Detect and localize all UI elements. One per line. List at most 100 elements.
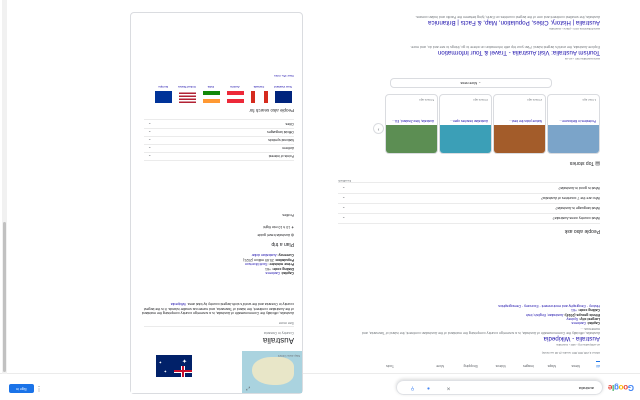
result-snippet: Australia, the smallest continent and on… (415, 15, 600, 20)
story-card[interactable]: Australian beaches open... 3 hours ago (439, 94, 492, 154)
paa-question[interactable]: What country owns Australia? ⌄ (338, 213, 600, 224)
kp-expand-row[interactable]: Points of interest ⌄ (144, 152, 294, 161)
tab-videos[interactable]: Videos (496, 364, 506, 368)
tab-more[interactable]: More (436, 364, 444, 368)
tab-all[interactable]: All (596, 361, 600, 368)
related-label[interactable]: United States (176, 85, 198, 89)
kp-facts: Capital: Canberra Dialing code: +61 Prim… (139, 253, 294, 275)
kp-fact: Dialing code: +61 (265, 266, 294, 271)
kp-expand-row[interactable]: Anthem ⌄ (144, 144, 294, 153)
view-more-link[interactable]: View 15+ more (274, 73, 294, 78)
kp-fact: Population: 25.69 million (2021) (243, 257, 294, 262)
mic-icon[interactable]: ● (425, 384, 432, 391)
related-flag[interactable] (227, 91, 244, 103)
search-header: Google australia ✕ ● ⚲ ⋮⋮ Sign in (0, 373, 640, 400)
chevron-right-icon[interactable]: › (373, 123, 384, 134)
wikipedia-link[interactable]: Wikipedia (171, 302, 186, 306)
kp-divider (144, 319, 294, 327)
news-icon: ▤ (595, 160, 600, 166)
britannica-result: www.britannica.com › place › Australia A… (310, 15, 600, 31)
story-card[interactable]: Nature picks the best... 2 hours ago (493, 94, 546, 154)
globe-icon: ◍ (290, 233, 294, 237)
search-input[interactable]: australia (579, 386, 594, 391)
tab-tools[interactable]: Tools (386, 364, 394, 368)
chevron-down-icon: ⌄ (342, 216, 346, 221)
related-entities: New Zealand Canada Austria India United … (139, 63, 294, 103)
australia-map[interactable]: Map data ©2021 ⤢ (242, 351, 302, 393)
wikipedia-result: en.wikipedia.org › wiki › Australia Aust… (310, 303, 600, 347)
kp-title: Australia (262, 336, 294, 345)
chevron-down-icon: ⌄ (148, 130, 152, 135)
related-flag[interactable] (275, 91, 292, 103)
search-results-page: Google australia ✕ ● ⚲ ⋮⋮ Sign in All Ne… (0, 0, 640, 400)
tab-shopping[interactable]: Shopping (464, 364, 478, 368)
chevron-down-icon: ⌄ (148, 122, 152, 127)
chevron-down-icon: ⌄ (148, 146, 152, 151)
scrollbar-thumb[interactable] (3, 222, 6, 372)
related-label[interactable]: Europe (152, 85, 174, 89)
profiles-label: Profiles (282, 213, 294, 217)
plan-item[interactable]: ✈ 10 h 10 min flight (263, 225, 294, 229)
related-label[interactable]: Austria (224, 85, 246, 89)
result-sitelinks[interactable]: History · Geography and environment · Ec… (310, 303, 600, 308)
related-flag[interactable] (179, 91, 196, 103)
travel-result: www.australia.com › en-us Tourism Austra… (310, 45, 600, 61)
sign-in-button[interactable]: Sign in (9, 384, 34, 393)
story-thumbnail (494, 125, 545, 153)
story-card[interactable]: Protesters in Melbourne... 1 hour ago (547, 94, 600, 154)
top-stories-title: ▤ Top stories (569, 160, 600, 166)
search-icon[interactable]: ⚲ (409, 384, 416, 391)
result-url[interactable]: www.britannica.com › place › Australia (310, 26, 600, 31)
kp-fact: Currency: Australian dollar (251, 253, 294, 258)
star-icon: ✦ (181, 357, 187, 363)
clear-icon[interactable]: ✕ (445, 384, 452, 391)
paa-question[interactable]: What is good in Australia? ⌄ (338, 182, 600, 194)
scrollbar[interactable] (2, 0, 7, 374)
chevron-down-icon: ⌄ (148, 138, 152, 143)
kp-expand-row[interactable]: Cities ⌄ (144, 119, 294, 129)
result-title[interactable]: Australia | History, Cities, Population,… (310, 19, 600, 26)
related-flag[interactable] (203, 91, 220, 103)
top-stories: ▤ Top stories Protesters in Melbourne...… (338, 66, 600, 166)
result-url[interactable]: www.australia.com › en-us (310, 56, 600, 61)
also-search-title: People also search for (249, 108, 294, 113)
story-thumbnail (440, 125, 491, 153)
star-icon: ✦ (158, 360, 162, 365)
paa-title: People also ask (564, 228, 600, 234)
tab-maps[interactable]: Maps (548, 364, 556, 368)
story-card[interactable]: Australia, New Zealand, EU... 5 hours ago (385, 94, 438, 154)
related-label[interactable]: Canada (248, 85, 270, 89)
result-snippet: Australia, officially the Commonwealth o… (362, 326, 600, 336)
related-label[interactable]: India (200, 85, 222, 89)
related-flag[interactable] (251, 91, 268, 103)
arrow-right-icon: → (477, 81, 482, 85)
australia-flag[interactable]: ✦ ✦ ✦ (156, 355, 192, 377)
feedback-link[interactable]: Feedback (338, 178, 351, 183)
result-title[interactable]: Australia - Wikipedia (310, 335, 600, 342)
result-stats: About 2,230,000,000 results (0.46 second… (541, 351, 600, 355)
kp-subtitle: Country in Oceania (264, 331, 294, 335)
more-news-button[interactable]: → More news (390, 78, 552, 88)
chevron-down-icon: ⌄ (342, 186, 346, 191)
search-box[interactable]: australia ✕ ● ⚲ (396, 380, 603, 395)
result-title[interactable]: Tourism Australia: Visit Australia - Tra… (310, 49, 600, 56)
tab-images[interactable]: Images (523, 364, 534, 368)
paa-question[interactable]: What language is Australia? ⌄ (338, 203, 600, 214)
chevron-down-icon: ⌄ (342, 196, 346, 201)
see-more-link[interactable]: See more (279, 321, 294, 325)
chevron-down-icon: ⌄ (148, 154, 152, 159)
result-url[interactable]: en.wikipedia.org › wiki › Australia (310, 342, 600, 347)
story-thumbnail (548, 125, 599, 153)
tab-news[interactable]: News (572, 364, 580, 368)
result-fact: Ethnic groups (2016): Australian; Englis… (525, 312, 600, 317)
kp-expand-row[interactable]: Official languages ⌄ (144, 128, 294, 137)
google-logo[interactable]: Google (608, 383, 634, 392)
related-flag[interactable] (155, 91, 172, 103)
result-fact: Largest city: Sydney (566, 316, 600, 321)
chevron-down-icon: ⌄ (342, 206, 346, 211)
related-label[interactable]: New Zealand (272, 85, 294, 89)
expand-icon[interactable]: ⤢ (246, 385, 250, 391)
plan-item[interactable]: ◍ Australia travel guide (257, 233, 294, 237)
paa-question[interactable]: Who are the 7 countries of Australia? ⌄ (338, 193, 600, 204)
kp-expand-row[interactable]: National symbols ⌄ (144, 136, 294, 145)
